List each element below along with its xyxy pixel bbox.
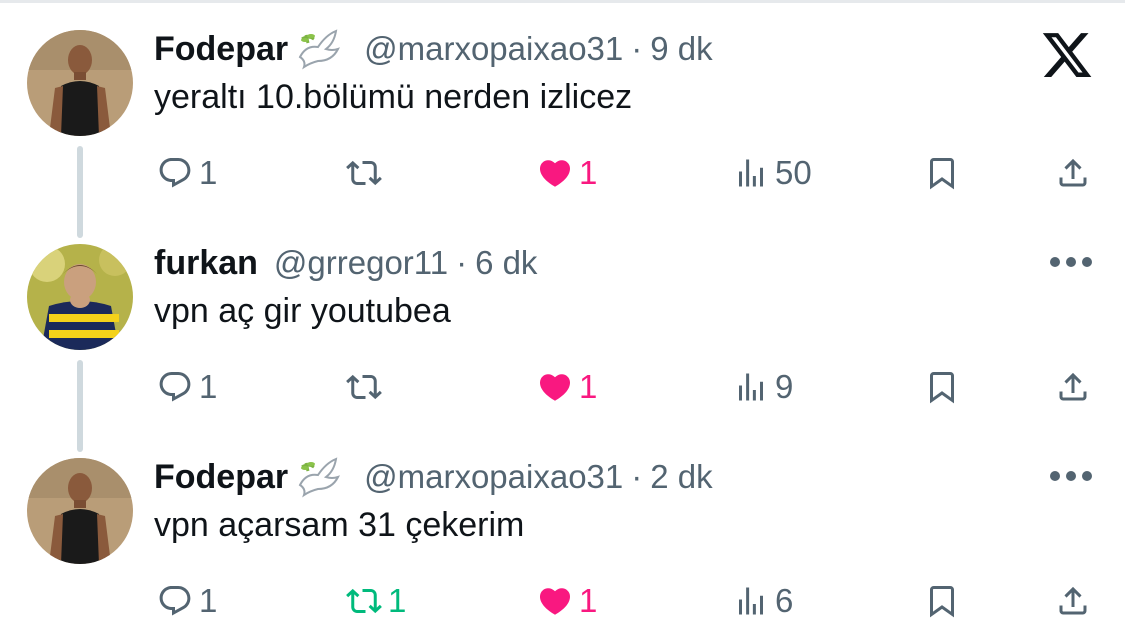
reply-count: 1 xyxy=(199,368,218,405)
analytics-icon xyxy=(739,373,763,401)
user-handle[interactable]: @grregor11 xyxy=(274,244,448,282)
retweet-button[interactable] xyxy=(346,362,388,412)
reply-icon xyxy=(159,158,191,188)
like-button[interactable]: 1 xyxy=(537,148,597,198)
share-button[interactable] xyxy=(1055,362,1091,412)
bookmark-button[interactable] xyxy=(924,148,960,198)
view-count: 9 xyxy=(775,368,794,405)
tweet-actions: 1 1 50 xyxy=(0,148,1125,198)
retweet-count: 1 xyxy=(388,582,407,619)
analytics-icon xyxy=(739,587,763,615)
tweet[interactable]: furkan @grregor11 · 6 dk vpn aç gir yout… xyxy=(0,214,1125,424)
like-count: 1 xyxy=(579,154,598,191)
bookmark-icon xyxy=(930,372,954,404)
views-button[interactable]: 6 xyxy=(733,576,793,626)
reply-icon xyxy=(159,586,191,616)
tweet-actions: 1 1 1 6 xyxy=(0,576,1125,626)
reply-button[interactable]: 1 xyxy=(157,148,217,198)
separator-dot: · xyxy=(456,244,468,281)
heart-filled-icon xyxy=(539,374,571,401)
tweet-text: yeraltı 10.bölümü nerden izlicez xyxy=(154,78,633,116)
timestamp[interactable]: 2 dk xyxy=(650,458,712,496)
reply-icon xyxy=(159,372,191,402)
retweet-button[interactable] xyxy=(346,148,388,198)
tweet-header: Fodepar @marxopaixao31 · 2 dk xyxy=(154,452,713,502)
bookmark-button[interactable] xyxy=(924,576,960,626)
avatar[interactable] xyxy=(27,30,133,136)
reply-button[interactable]: 1 xyxy=(157,576,217,626)
tweet[interactable]: Fodepar @marxopaixao31 · 9 dk yeraltı 10… xyxy=(0,0,1125,210)
reply-count: 1 xyxy=(199,154,218,191)
reply-count: 1 xyxy=(199,582,218,619)
more-options-icon[interactable] xyxy=(1048,469,1094,483)
bookmark-icon xyxy=(930,158,954,190)
like-count: 1 xyxy=(579,368,598,405)
retweet-button[interactable]: 1 xyxy=(346,576,406,626)
share-button[interactable] xyxy=(1055,576,1091,626)
tweet[interactable]: Fodepar @marxopaixao31 · 2 dk vpn açarsa… xyxy=(0,428,1125,638)
avatar[interactable] xyxy=(27,458,133,564)
user-handle[interactable]: @marxopaixao31 xyxy=(364,30,623,68)
view-count: 6 xyxy=(775,582,794,619)
tweet-actions: 1 1 9 xyxy=(0,362,1125,412)
like-button[interactable]: 1 xyxy=(537,362,597,412)
avatar[interactable] xyxy=(27,244,133,350)
timestamp[interactable]: 6 dk xyxy=(475,244,537,282)
retweet-icon xyxy=(346,374,382,400)
like-count: 1 xyxy=(579,582,598,619)
display-name[interactable]: furkan xyxy=(154,244,258,283)
tweet-header: furkan @grregor11 · 6 dk xyxy=(154,238,537,288)
views-button[interactable]: 50 xyxy=(733,148,812,198)
separator-dot: · xyxy=(631,458,643,495)
dove-emoji-icon xyxy=(298,457,341,498)
bookmark-button[interactable] xyxy=(924,362,960,412)
reply-button[interactable]: 1 xyxy=(157,362,217,412)
heart-filled-icon xyxy=(539,160,571,187)
more-options-icon[interactable] xyxy=(1048,255,1094,269)
display-name[interactable]: Fodepar xyxy=(154,30,288,69)
display-name[interactable]: Fodepar xyxy=(154,458,288,497)
separator-dot: · xyxy=(631,30,643,67)
view-count: 50 xyxy=(775,154,812,191)
like-button[interactable]: 1 xyxy=(537,576,597,626)
share-icon xyxy=(1059,586,1087,615)
retweet-icon xyxy=(346,588,382,614)
share-icon xyxy=(1059,372,1087,401)
views-button[interactable]: 9 xyxy=(733,362,793,412)
tweet-header: Fodepar @marxopaixao31 · 9 dk xyxy=(154,24,713,74)
analytics-icon xyxy=(739,159,763,187)
tweet-text: vpn açarsam 31 çekerim xyxy=(154,506,525,544)
tweet-text: vpn aç gir youtubea xyxy=(154,292,451,330)
bookmark-icon xyxy=(930,586,954,618)
heart-filled-icon xyxy=(539,588,571,615)
share-button[interactable] xyxy=(1055,148,1091,198)
share-icon xyxy=(1059,158,1087,187)
user-handle[interactable]: @marxopaixao31 xyxy=(364,458,623,496)
dove-emoji-icon xyxy=(298,29,341,70)
timestamp[interactable]: 9 dk xyxy=(650,30,712,68)
retweet-icon xyxy=(346,160,382,186)
